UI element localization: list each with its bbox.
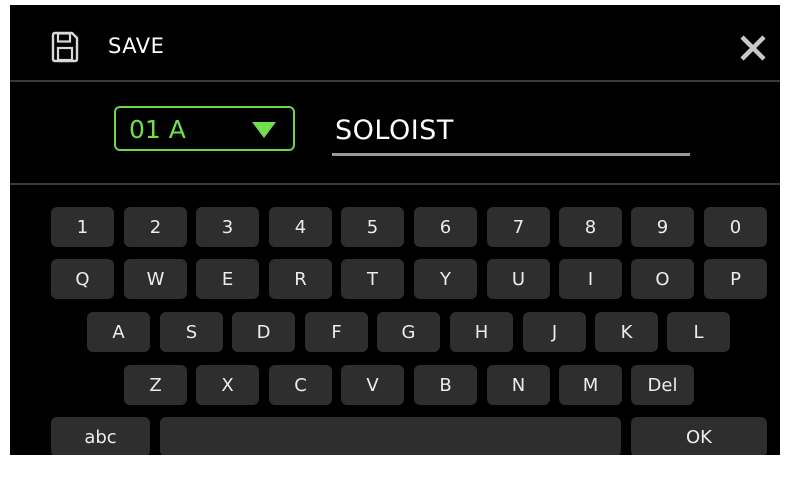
- key-p[interactable]: P: [704, 259, 767, 299]
- key-a[interactable]: A: [87, 312, 150, 352]
- key-w[interactable]: W: [124, 259, 187, 299]
- preset-value: 01 A: [129, 115, 186, 144]
- key-e[interactable]: E: [196, 259, 259, 299]
- save-dialog: SAVE 01 A SOLOIST 1 2 3 4 5 6 7 8 9 0 Q …: [10, 5, 780, 455]
- floppy-disk-icon: [51, 31, 79, 63]
- key-r[interactable]: R: [269, 259, 332, 299]
- key-d[interactable]: D: [232, 312, 295, 352]
- key-8[interactable]: 8: [559, 207, 622, 247]
- key-7[interactable]: 7: [487, 207, 550, 247]
- key-l[interactable]: L: [667, 312, 730, 352]
- key-m[interactable]: M: [559, 365, 622, 405]
- key-f[interactable]: F: [305, 312, 368, 352]
- space-key[interactable]: [160, 417, 621, 455]
- preset-name-input[interactable]: SOLOIST: [332, 108, 690, 156]
- key-3[interactable]: 3: [196, 207, 259, 247]
- delete-key[interactable]: Del: [631, 365, 694, 405]
- key-b[interactable]: B: [414, 365, 477, 405]
- key-0[interactable]: 0: [704, 207, 767, 247]
- preset-dropdown[interactable]: 01 A: [114, 106, 295, 151]
- key-n[interactable]: N: [487, 365, 550, 405]
- key-x[interactable]: X: [196, 365, 259, 405]
- key-i[interactable]: I: [559, 259, 622, 299]
- key-u[interactable]: U: [487, 259, 550, 299]
- close-icon[interactable]: [738, 33, 768, 63]
- abc-key[interactable]: abc: [51, 417, 150, 455]
- key-2[interactable]: 2: [124, 207, 187, 247]
- key-c[interactable]: C: [269, 365, 332, 405]
- key-v[interactable]: V: [341, 365, 404, 405]
- key-j[interactable]: J: [523, 312, 586, 352]
- triangle-down-icon: [252, 122, 276, 138]
- key-y[interactable]: Y: [414, 259, 477, 299]
- header-divider: [10, 80, 780, 82]
- keyboard-divider: [10, 183, 780, 185]
- dialog-title: SAVE: [108, 34, 165, 58]
- key-z[interactable]: Z: [124, 365, 187, 405]
- key-t[interactable]: T: [341, 259, 404, 299]
- key-5[interactable]: 5: [341, 207, 404, 247]
- key-g[interactable]: G: [377, 312, 440, 352]
- preset-name-value: SOLOIST: [335, 115, 454, 146]
- key-q[interactable]: Q: [51, 259, 114, 299]
- key-s[interactable]: S: [160, 312, 223, 352]
- key-6[interactable]: 6: [414, 207, 477, 247]
- dialog-header: SAVE: [10, 5, 780, 81]
- key-h[interactable]: H: [450, 312, 513, 352]
- key-4[interactable]: 4: [269, 207, 332, 247]
- key-9[interactable]: 9: [631, 207, 694, 247]
- ok-key[interactable]: OK: [631, 417, 767, 455]
- key-o[interactable]: O: [631, 259, 694, 299]
- key-1[interactable]: 1: [51, 207, 114, 247]
- key-k[interactable]: K: [595, 312, 658, 352]
